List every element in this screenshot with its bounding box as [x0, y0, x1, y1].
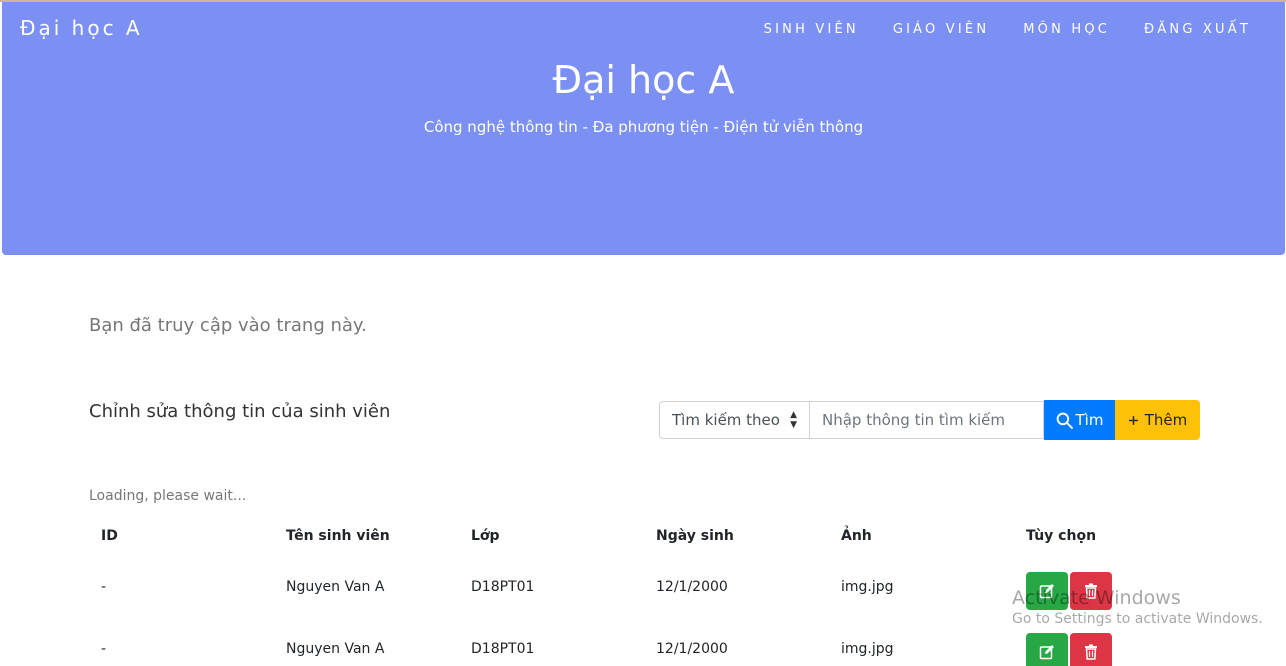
cell-class: D18PT01 [471, 641, 535, 657]
header-name: Tên sinh viên [286, 528, 390, 544]
cell-photo: img.jpg [841, 641, 894, 657]
nav-students[interactable]: SINH VIÊN [764, 22, 859, 37]
search-button-label: Tìm [1075, 411, 1104, 429]
cell-id: - [101, 641, 107, 657]
edit-button[interactable] [1026, 633, 1068, 666]
cell-id: - [101, 579, 107, 595]
access-notice: Bạn đã truy cập vào trang này. [89, 315, 367, 336]
delete-button[interactable] [1070, 633, 1112, 666]
watermark-subtitle: Go to Settings to activate Windows. [1012, 611, 1263, 627]
hero-subtitle: Công nghệ thông tin - Đa phương tiện - Đ… [423, 118, 864, 136]
cell-name: Nguyen Van A [286, 641, 385, 657]
cell-photo: img.jpg [841, 579, 894, 595]
header-class: Lớp [471, 528, 500, 544]
header-photo: Ảnh [841, 528, 872, 544]
search-by-select[interactable]: Tìm kiếm theo ▲ ▼ [659, 401, 810, 439]
header-options: Tùy chọn [1026, 528, 1097, 544]
table-row: - Nguyen Van A D18PT01 12/1/2000 img.jpg [89, 633, 1199, 666]
section-title: Chỉnh sửa thông tin của sinh viên [89, 401, 391, 422]
activate-windows-watermark: Activate Windows Go to Settings to activ… [1012, 587, 1263, 627]
nav-teachers[interactable]: GIÁO VIÊN [893, 22, 989, 37]
header-id: ID [101, 528, 118, 544]
add-button[interactable]: Thêm [1115, 400, 1200, 440]
select-caret-icon: ▲ ▼ [790, 410, 797, 430]
hero-header: Đại học A SINH VIÊN GIÁO VIÊN MÔN HỌC ĐĂ… [2, 2, 1285, 255]
cell-name: Nguyen Van A [286, 579, 385, 595]
edit-icon [1039, 645, 1054, 660]
brand-link[interactable]: Đại học A [20, 16, 143, 40]
loading-message: Loading, please wait... [89, 488, 247, 504]
search-button[interactable]: Tìm [1044, 400, 1115, 440]
table-header-row: ID Tên sinh viên Lớp Ngày sinh Ảnh Tùy c… [89, 520, 1199, 556]
search-group: Tìm kiếm theo ▲▼ Tìm Thêm [659, 400, 1200, 440]
top-nav: SINH VIÊN GIÁO VIÊN MÔN HỌC ĐĂNG XUẤT [730, 22, 1251, 37]
trash-icon [1085, 644, 1097, 660]
hero-title: Đại học A [552, 58, 735, 102]
search-icon [1056, 412, 1073, 429]
cell-class: D18PT01 [471, 579, 535, 595]
cell-birthdate: 12/1/2000 [656, 579, 728, 595]
plus-icon [1128, 415, 1138, 425]
search-by-value: Tìm kiếm theo [672, 411, 780, 429]
cell-birthdate: 12/1/2000 [656, 641, 728, 657]
watermark-title: Activate Windows [1012, 587, 1181, 609]
nav-logout[interactable]: ĐĂNG XUẤT [1144, 22, 1251, 37]
search-input[interactable] [810, 401, 1044, 439]
nav-subjects[interactable]: MÔN HỌC [1023, 22, 1110, 37]
add-button-label: Thêm [1144, 411, 1188, 429]
header-birthdate: Ngày sinh [656, 528, 734, 544]
